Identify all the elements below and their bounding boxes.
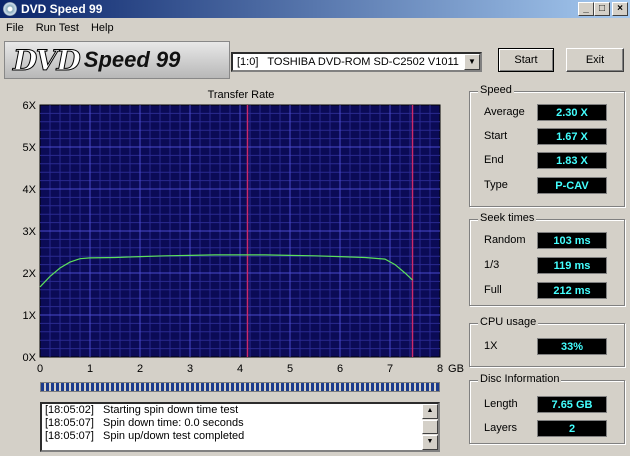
layers-value: 2 bbox=[537, 420, 607, 437]
y-tick-label: 5X bbox=[23, 142, 37, 154]
y-tick-label: 6X bbox=[23, 100, 37, 112]
log-message: Starting spin down time test bbox=[103, 404, 239, 416]
close-button[interactable]: × bbox=[612, 2, 628, 16]
cpu-1x-label: 1X bbox=[484, 340, 498, 352]
scroll-down-icon[interactable]: ▼ bbox=[422, 435, 438, 450]
log-line: [18:05:02] Starting spin down time test bbox=[42, 404, 438, 417]
exit-button[interactable]: Exit bbox=[566, 48, 624, 72]
scroll-thumb[interactable] bbox=[422, 420, 438, 434]
start-value: 1.67 X bbox=[537, 128, 607, 145]
log-time: [18:05:02] bbox=[45, 404, 94, 416]
log-line: [18:05:07] Spin down time: 0.0 seconds bbox=[42, 417, 438, 430]
seek-group: Seek times Random 103 ms 1/3 119 ms Full… bbox=[469, 212, 625, 306]
disc-group-title: Disc Information bbox=[478, 373, 562, 385]
x-tick-label: 5 bbox=[287, 363, 293, 375]
title-bar: DVD Speed 99 _ □ × bbox=[0, 0, 630, 18]
minimize-button[interactable]: _ bbox=[578, 2, 594, 16]
log-time: [18:05:07] bbox=[45, 430, 94, 442]
start-label: Start bbox=[484, 130, 508, 142]
y-tick-label: 3X bbox=[23, 226, 37, 238]
random-label: Random bbox=[484, 234, 526, 246]
average-value: 2.30 X bbox=[537, 104, 607, 121]
length-value: 7.65 GB bbox=[537, 396, 607, 413]
window-title: DVD Speed 99 bbox=[21, 2, 103, 16]
app-logo: DVD Speed 99 bbox=[4, 41, 230, 79]
type-value: P-CAV bbox=[537, 177, 607, 194]
x-tick-label: 8 bbox=[437, 363, 443, 375]
type-label: Type bbox=[484, 179, 508, 191]
menu-bar: File Run Test Help bbox=[0, 19, 630, 37]
log-message: Spin up/down test completed bbox=[103, 430, 245, 442]
speed-group: Speed Average 2.30 X Start 1.67 X End 1.… bbox=[469, 84, 625, 207]
average-label: Average bbox=[484, 106, 525, 118]
start-button[interactable]: Start bbox=[498, 48, 554, 72]
end-label: End bbox=[484, 154, 504, 166]
full-value: 212 ms bbox=[537, 282, 607, 299]
y-tick-label: 2X bbox=[23, 268, 37, 280]
x-tick-label: 6 bbox=[337, 363, 343, 375]
drive-select[interactable]: [1:0] TOSHIBA DVD-ROM SD-C2502 V1011 ▼ bbox=[231, 52, 482, 72]
log-message: Spin down time: 0.0 seconds bbox=[103, 417, 244, 429]
x-tick-label: 4 bbox=[237, 363, 243, 375]
progress-bar bbox=[40, 382, 440, 392]
length-label: Length bbox=[484, 398, 518, 410]
y-tick-label: 1X bbox=[23, 310, 37, 322]
log-time: [18:05:07] bbox=[45, 417, 94, 429]
x-tick-label: 2 bbox=[137, 363, 143, 375]
speed-group-title: Speed bbox=[478, 84, 514, 96]
transfer-rate-chart: 0X 1X 2X 3X 4X 5X 6X 0 1 2 3 4 5 6 7 8 GB bbox=[23, 100, 464, 375]
log-box[interactable]: [18:05:02] Starting spin down time test [1… bbox=[40, 402, 440, 452]
y-tick-label: 0X bbox=[23, 352, 37, 364]
x-tick-label: 7 bbox=[387, 363, 393, 375]
third-value: 119 ms bbox=[537, 257, 607, 274]
log-scrollbar[interactable]: ▲ ▼ bbox=[422, 404, 438, 450]
disc-icon bbox=[3, 2, 17, 16]
y-tick-label: 4X bbox=[23, 184, 37, 196]
log-line: [18:05:07] Spin up/down test completed bbox=[42, 430, 438, 443]
x-tick-label: 1 bbox=[87, 363, 93, 375]
menu-file[interactable]: File bbox=[0, 22, 30, 34]
random-value: 103 ms bbox=[537, 232, 607, 249]
scroll-up-icon[interactable]: ▲ bbox=[422, 404, 438, 419]
layers-label: Layers bbox=[484, 422, 518, 434]
menu-help[interactable]: Help bbox=[85, 22, 120, 34]
logo-speed: Speed 99 bbox=[83, 47, 181, 72]
cpu-group-title: CPU usage bbox=[478, 316, 539, 328]
menu-run-test[interactable]: Run Test bbox=[30, 22, 85, 34]
full-label: Full bbox=[484, 284, 502, 296]
chevron-down-icon[interactable]: ▼ bbox=[464, 54, 480, 70]
end-value: 1.83 X bbox=[537, 152, 607, 169]
seek-group-title: Seek times bbox=[478, 212, 537, 224]
cpu-group: CPU usage 1X 33% bbox=[469, 316, 625, 367]
cpu-1x-value: 33% bbox=[537, 338, 607, 355]
disc-group: Disc Information Length 7.65 GB Layers 2 bbox=[469, 373, 625, 444]
x-tick-label: 0 bbox=[37, 363, 43, 375]
x-axis-label: GB bbox=[448, 363, 464, 375]
maximize-button[interactable]: □ bbox=[594, 2, 610, 16]
third-label: 1/3 bbox=[484, 259, 500, 271]
x-tick-label: 3 bbox=[187, 363, 193, 375]
drive-select-value: [1:0] TOSHIBA DVD-ROM SD-C2502 V1011 bbox=[237, 56, 459, 68]
logo-dvd: DVD bbox=[13, 43, 82, 77]
